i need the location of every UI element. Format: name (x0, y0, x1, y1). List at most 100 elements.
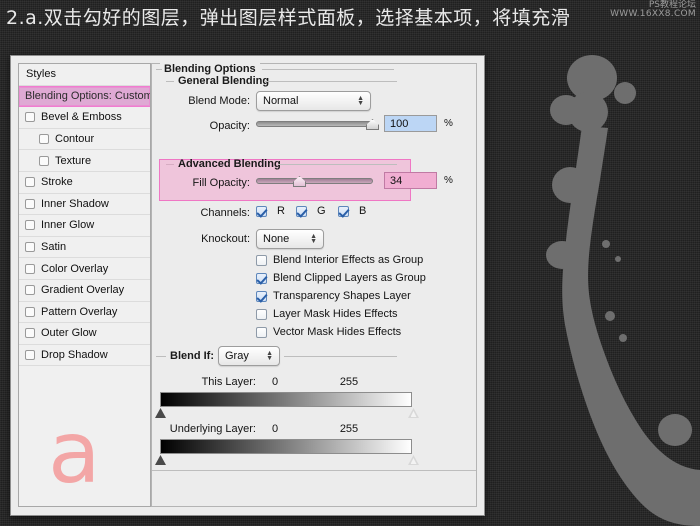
fill-opacity-percent-label: % (444, 175, 453, 186)
channels-label: Channels: (200, 207, 250, 219)
checkbox-icon[interactable] (256, 326, 267, 338)
this-layer-gradient-bar[interactable] (160, 392, 412, 407)
general-rule-left (166, 81, 174, 82)
sidebar-item-outer-glow[interactable]: Outer Glow (19, 323, 150, 345)
checkbox-icon[interactable] (256, 308, 267, 320)
styles-list-filler (19, 366, 150, 388)
knockout-select[interactable]: None ▲ ▼ (256, 229, 324, 249)
chevron-updown-icon: ▲ ▼ (266, 350, 273, 362)
blend-mode-select[interactable]: Normal ▲ ▼ (256, 91, 371, 111)
underlying-layer-white-slider-handle[interactable] (408, 455, 419, 465)
channel-label: R (277, 205, 285, 217)
sidebar-item-drop-shadow[interactable]: Drop Shadow (19, 345, 150, 367)
opacity-input[interactable]: 100 (384, 115, 437, 132)
sidebar-item-label: Inner Glow (41, 219, 95, 232)
blend-mode-value: Normal (263, 95, 299, 107)
checkbox-blend-interior-effects[interactable]: Blend Interior Effects as Group (256, 254, 423, 266)
page-title: 2.a.双击勾好的图层，弹出图层样式面板，选择基本项，将填充滑 (6, 7, 571, 29)
opacity-percent-label: % (444, 118, 453, 129)
checkbox-label: Blend Clipped Layers as Group (273, 272, 426, 284)
chevron-updown-icon: ▲ ▼ (357, 95, 364, 107)
advanced-rule-left (166, 164, 174, 165)
checkbox-label: Transparency Shapes Layer (273, 290, 411, 302)
checkbox-transparency-shapes-layer[interactable]: Transparency Shapes Layer (256, 290, 411, 302)
general-rule-right (264, 81, 397, 82)
watermark-line2: WWW.16XX8.COM (610, 9, 696, 20)
sidebar-item-blending-options[interactable]: Blending Options: Custom (19, 85, 151, 108)
blend-if-channel-select[interactable]: Gray ▲ ▼ (218, 346, 280, 366)
checkbox-icon[interactable] (25, 263, 35, 274)
blending-options-inner: Blending Options General Blending Blend … (151, 63, 477, 507)
sidebar-item-contour[interactable]: Contour (19, 129, 150, 151)
checkbox-icon[interactable] (25, 285, 35, 296)
opacity-slider[interactable] (256, 114, 379, 134)
channel-checkbox-g[interactable]: G (296, 205, 326, 217)
underlying-layer-black-slider-handle[interactable] (155, 455, 166, 465)
underlying-layer-min-value: 0 (271, 423, 279, 435)
this-layer-label: This Layer: (201, 376, 256, 388)
chevron-updown-icon: ▲ ▼ (310, 233, 317, 245)
checkbox-icon[interactable] (25, 328, 35, 339)
checkbox-label: Blend Interior Effects as Group (273, 254, 424, 266)
blend-mode-label: Blend Mode: (188, 95, 250, 107)
fill-opacity-label: Fill Opacity: (192, 177, 250, 189)
checkbox-checked-icon[interactable] (256, 205, 267, 217)
checkbox-checked-icon[interactable] (256, 290, 267, 302)
channel-checkbox-r[interactable]: R (256, 205, 285, 217)
checkbox-layer-mask-hides-effects[interactable]: Layer Mask Hides Effects (256, 308, 398, 320)
fill-opacity-input[interactable]: 34 (384, 172, 437, 189)
this-layer-black-slider-handle[interactable] (155, 408, 166, 418)
channel-checkbox-b[interactable]: B (338, 205, 366, 217)
sidebar-item-texture[interactable]: Texture (19, 150, 150, 172)
sidebar-item-color-overlay[interactable]: Color Overlay (19, 258, 150, 280)
sidebar-item-stroke[interactable]: Stroke (19, 172, 150, 194)
checkbox-icon[interactable] (39, 134, 49, 145)
checkbox-vector-mask-hides-effects[interactable]: Vector Mask Hides Effects (256, 326, 401, 338)
advanced-blending-legend: Advanced Blending (178, 158, 281, 170)
channel-label: B (359, 205, 367, 217)
underlying-layer-gradient-bar[interactable] (160, 439, 412, 454)
sidebar-item-label: Bevel & Emboss (41, 111, 122, 124)
styles-header: Styles (19, 64, 150, 86)
checkbox-checked-icon[interactable] (256, 272, 267, 284)
styles-header-label: Styles (26, 68, 56, 81)
paint-splash-graphic (546, 55, 700, 526)
checkbox-icon[interactable] (25, 306, 35, 317)
checkbox-checked-icon[interactable] (296, 205, 307, 217)
checkbox-blend-clipped-layers[interactable]: Blend Clipped Layers as Group (256, 272, 426, 284)
sidebar-item-label: Color Overlay (41, 262, 109, 275)
checkbox-icon[interactable] (25, 350, 35, 361)
sidebar-item-gradient-overlay[interactable]: Gradient Overlay (19, 280, 150, 302)
checkbox-icon[interactable] (256, 254, 267, 266)
checkbox-label: Vector Mask Hides Effects (273, 326, 402, 338)
blendif-rule-left (156, 356, 166, 357)
sidebar-item-inner-glow[interactable]: Inner Glow (19, 215, 150, 237)
sidebar-item-label: Drop Shadow (41, 349, 108, 362)
sidebar-item-satin[interactable]: Satin (19, 237, 150, 259)
panel-divider (152, 470, 476, 471)
sidebar-item-label: Blending Options: Custom (25, 90, 151, 103)
checkbox-icon[interactable] (25, 242, 35, 253)
checkbox-icon[interactable] (25, 177, 35, 188)
general-blending-legend: General Blending (174, 75, 274, 87)
this-layer-min-value: 0 (271, 376, 279, 388)
opacity-label: Opacity: (209, 120, 250, 132)
this-layer-white-slider-handle[interactable] (408, 408, 419, 418)
sidebar-item-inner-shadow[interactable]: Inner Shadow (19, 194, 150, 216)
fill-opacity-slider-track (256, 178, 373, 184)
sidebar-item-label: Inner Shadow (41, 197, 109, 210)
sidebar-item-pattern-overlay[interactable]: Pattern Overlay (19, 302, 150, 324)
blendif-rule-right (284, 356, 397, 357)
checkbox-icon[interactable] (25, 220, 35, 231)
checkbox-icon[interactable] (25, 112, 35, 123)
checkbox-checked-icon[interactable] (338, 205, 349, 217)
sidebar-item-bevel-emboss[interactable]: Bevel & Emboss (19, 107, 150, 129)
checkbox-icon[interactable] (39, 155, 49, 166)
checkbox-icon[interactable] (25, 198, 35, 209)
blending-options-panel: Blending Options General Blending Blend … (151, 56, 484, 515)
fill-opacity-slider[interactable] (256, 171, 379, 191)
blend-if-channel-value: Gray (225, 350, 249, 362)
watermark: PS教程论坛 WWW.16XX8.COM (610, 0, 696, 20)
blend-if-legend: Blend If: (166, 350, 218, 362)
sidebar-item-label: Pattern Overlay (41, 305, 118, 318)
